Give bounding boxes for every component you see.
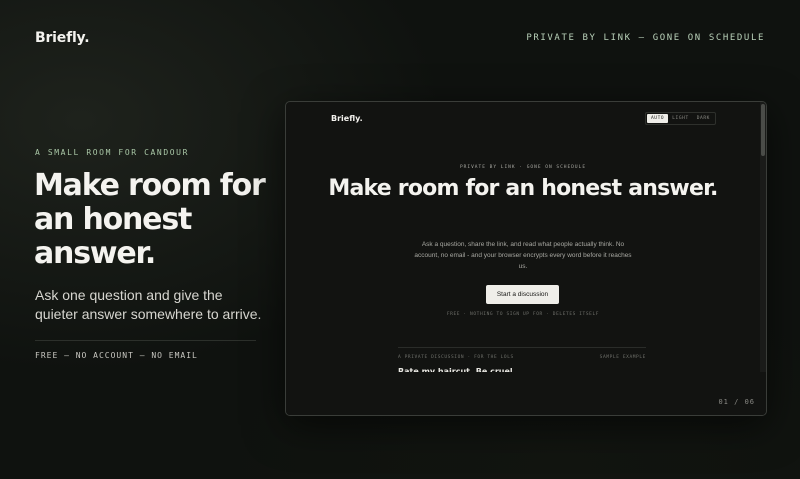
hero-eyebrow: A SMALL ROOM FOR CANDOUR xyxy=(35,148,189,157)
preview-bottom-mask xyxy=(286,372,766,415)
brand-logo[interactable]: Briefly. xyxy=(35,30,90,46)
hero-footnote: FREE — NO ACCOUNT — NO EMAIL xyxy=(35,351,198,360)
theme-option-light[interactable]: LIGHT xyxy=(668,114,693,123)
slide-separator: / xyxy=(734,398,740,406)
theme-option-auto[interactable]: AUTO xyxy=(646,114,669,123)
preview-meta: FREE · NOTHING TO SIGN UP FOR · DELETES … xyxy=(446,312,600,317)
theme-switcher: AUTO LIGHT DARK xyxy=(644,112,716,125)
start-discussion-button[interactable]: Start a discussion xyxy=(486,285,559,304)
preview-body: Ask a question, share the link, and read… xyxy=(414,241,632,270)
preview-brand-logo[interactable]: Briefly. xyxy=(331,114,363,123)
hero-divider xyxy=(35,340,256,341)
preview-eyebrow: PRIVATE BY LINK · GONE ON SCHEDULE xyxy=(459,165,587,170)
sample-label: A PRIVATE DISCUSSION · FOR THE LOLS xyxy=(398,355,514,360)
theme-option-dark[interactable]: DARK xyxy=(693,114,714,123)
preview-title: Make room for an honest answer. xyxy=(328,176,718,201)
slide-total: 06 xyxy=(744,398,755,406)
sample-tag: SAMPLE EXAMPLE xyxy=(599,355,646,360)
preview-window: Briefly. AUTO LIGHT DARK PRIVATE BY LINK… xyxy=(285,101,767,416)
preview-scrollbar[interactable] xyxy=(760,102,766,372)
slide-counter: 01 / 06 xyxy=(718,398,755,406)
hero-subtitle: Ask one question and give the quieter an… xyxy=(35,287,262,322)
slide-current: 01 xyxy=(718,398,729,406)
preview-scroll-thumb[interactable] xyxy=(761,104,765,156)
header-tagline: PRIVATE BY LINK — GONE ON SCHEDULE xyxy=(526,33,765,43)
hero-title: Make room for an honest answer. xyxy=(34,168,266,271)
preview-divider xyxy=(398,347,646,348)
